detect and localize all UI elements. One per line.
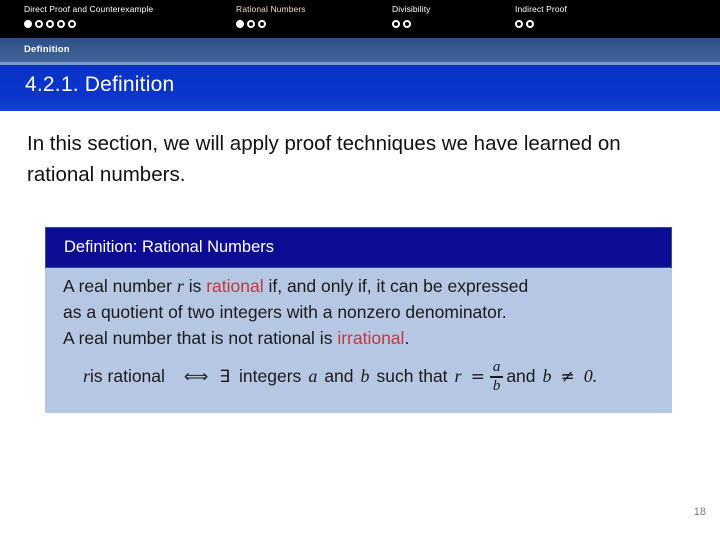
formula-lhs-text: is rational bbox=[90, 366, 165, 387]
page-title: 4.2.1. Definition bbox=[25, 73, 175, 96]
nav-dot-inactive[interactable] bbox=[515, 20, 523, 28]
equals-icon: = bbox=[470, 366, 485, 387]
nav-dot-inactive[interactable] bbox=[526, 20, 534, 28]
iff-icon: ⟺ bbox=[183, 366, 209, 387]
nav-group-indirect-proof[interactable]: Indirect Proof bbox=[515, 4, 567, 28]
nav-dot-inactive[interactable] bbox=[258, 20, 266, 28]
formula-integers-label: integers bbox=[239, 366, 302, 387]
nav-dot-inactive[interactable] bbox=[392, 20, 400, 28]
not-equals-icon: ≠ bbox=[560, 366, 575, 387]
nav-group-divisibility[interactable]: Divisibility bbox=[392, 4, 431, 28]
math-variable-r: r bbox=[176, 276, 184, 296]
intro-paragraph: In this section, we will apply proof tec… bbox=[27, 132, 621, 186]
nav-dots-indirect-proof[interactable] bbox=[515, 20, 567, 28]
nav-dot-inactive[interactable] bbox=[68, 20, 76, 28]
section-bar: Definition bbox=[0, 38, 720, 62]
formula-tail-zero: 0. bbox=[583, 366, 598, 387]
slide-title-bar: 4.2.1. Definition bbox=[0, 65, 720, 111]
exists-icon: ∃ bbox=[219, 366, 231, 387]
math-variable-b: b bbox=[360, 366, 370, 387]
definition-card-title: Definition: Rational Numbers bbox=[64, 238, 275, 256]
fraction-numerator: a bbox=[492, 359, 501, 375]
nav-dot-inactive[interactable] bbox=[57, 20, 65, 28]
formula-tail-variable-b: b bbox=[542, 366, 552, 387]
fraction-denominator: b bbox=[492, 377, 501, 394]
keyword-irrational: irrational bbox=[337, 328, 405, 348]
keyword-rational: rational bbox=[206, 276, 264, 296]
nav-group-label: Direct Proof and Counterexample bbox=[24, 4, 154, 14]
fraction-a-over-b: a b bbox=[489, 359, 504, 394]
definition-card-body: A real number r is rational if, and only… bbox=[45, 268, 672, 413]
nav-dots-rational-numbers[interactable] bbox=[236, 20, 306, 28]
formula-tail-and-label: and bbox=[506, 366, 536, 387]
nav-group-label: Rational Numbers bbox=[236, 4, 306, 14]
definition-line-1-part-b: is bbox=[183, 276, 207, 296]
top-navigation-bar: Direct Proof and Counterexample Rational… bbox=[0, 0, 720, 38]
definition-line-2: as a quotient of two integers with a non… bbox=[63, 302, 507, 322]
nav-dot-active[interactable] bbox=[24, 20, 32, 28]
nav-group-label: Indirect Proof bbox=[515, 4, 567, 14]
definition-line-3: A real number that is not rational is ir… bbox=[63, 326, 672, 351]
definition-line-1-part-c: if, and only if, it can be expressed bbox=[263, 276, 529, 296]
nav-dot-inactive[interactable] bbox=[247, 20, 255, 28]
nav-dots-direct-proof-and-counterexample[interactable] bbox=[24, 20, 153, 28]
nav-dots-divisibility[interactable] bbox=[392, 20, 431, 28]
definition-line-1: A real number r is rational if, and only… bbox=[63, 274, 672, 299]
definition-card: Definition: Rational Numbers A real numb… bbox=[45, 227, 672, 413]
nav-group-rational-numbers[interactable]: Rational Numbers bbox=[236, 4, 306, 28]
math-variable-a: a bbox=[308, 366, 318, 387]
definition-formula: r is rational ⟺ ∃ integers a and b such … bbox=[83, 360, 672, 394]
definition-line-3-part-b: . bbox=[404, 328, 410, 348]
formula-and-label: and bbox=[324, 366, 354, 387]
definition-line-3-part-a: A real number that is not rational is bbox=[63, 328, 338, 348]
section-bar-label: Definition bbox=[24, 44, 70, 55]
nav-group-direct-proof-and-counterexample[interactable]: Direct Proof and Counterexample bbox=[24, 4, 153, 28]
page-number: 18 bbox=[693, 506, 706, 518]
definition-line-1-part-a: A real number bbox=[63, 276, 177, 296]
nav-dot-inactive[interactable] bbox=[403, 20, 411, 28]
formula-such-that-label: such that bbox=[376, 366, 448, 387]
formula-lhs-variable: r bbox=[83, 366, 91, 387]
nav-group-label: Divisibility bbox=[392, 4, 431, 14]
nav-dot-inactive[interactable] bbox=[46, 20, 54, 28]
definition-card-header: Definition: Rational Numbers bbox=[45, 227, 672, 268]
nav-dot-inactive[interactable] bbox=[35, 20, 43, 28]
nav-dot-active[interactable] bbox=[236, 20, 244, 28]
formula-eq-variable: r bbox=[454, 366, 462, 387]
